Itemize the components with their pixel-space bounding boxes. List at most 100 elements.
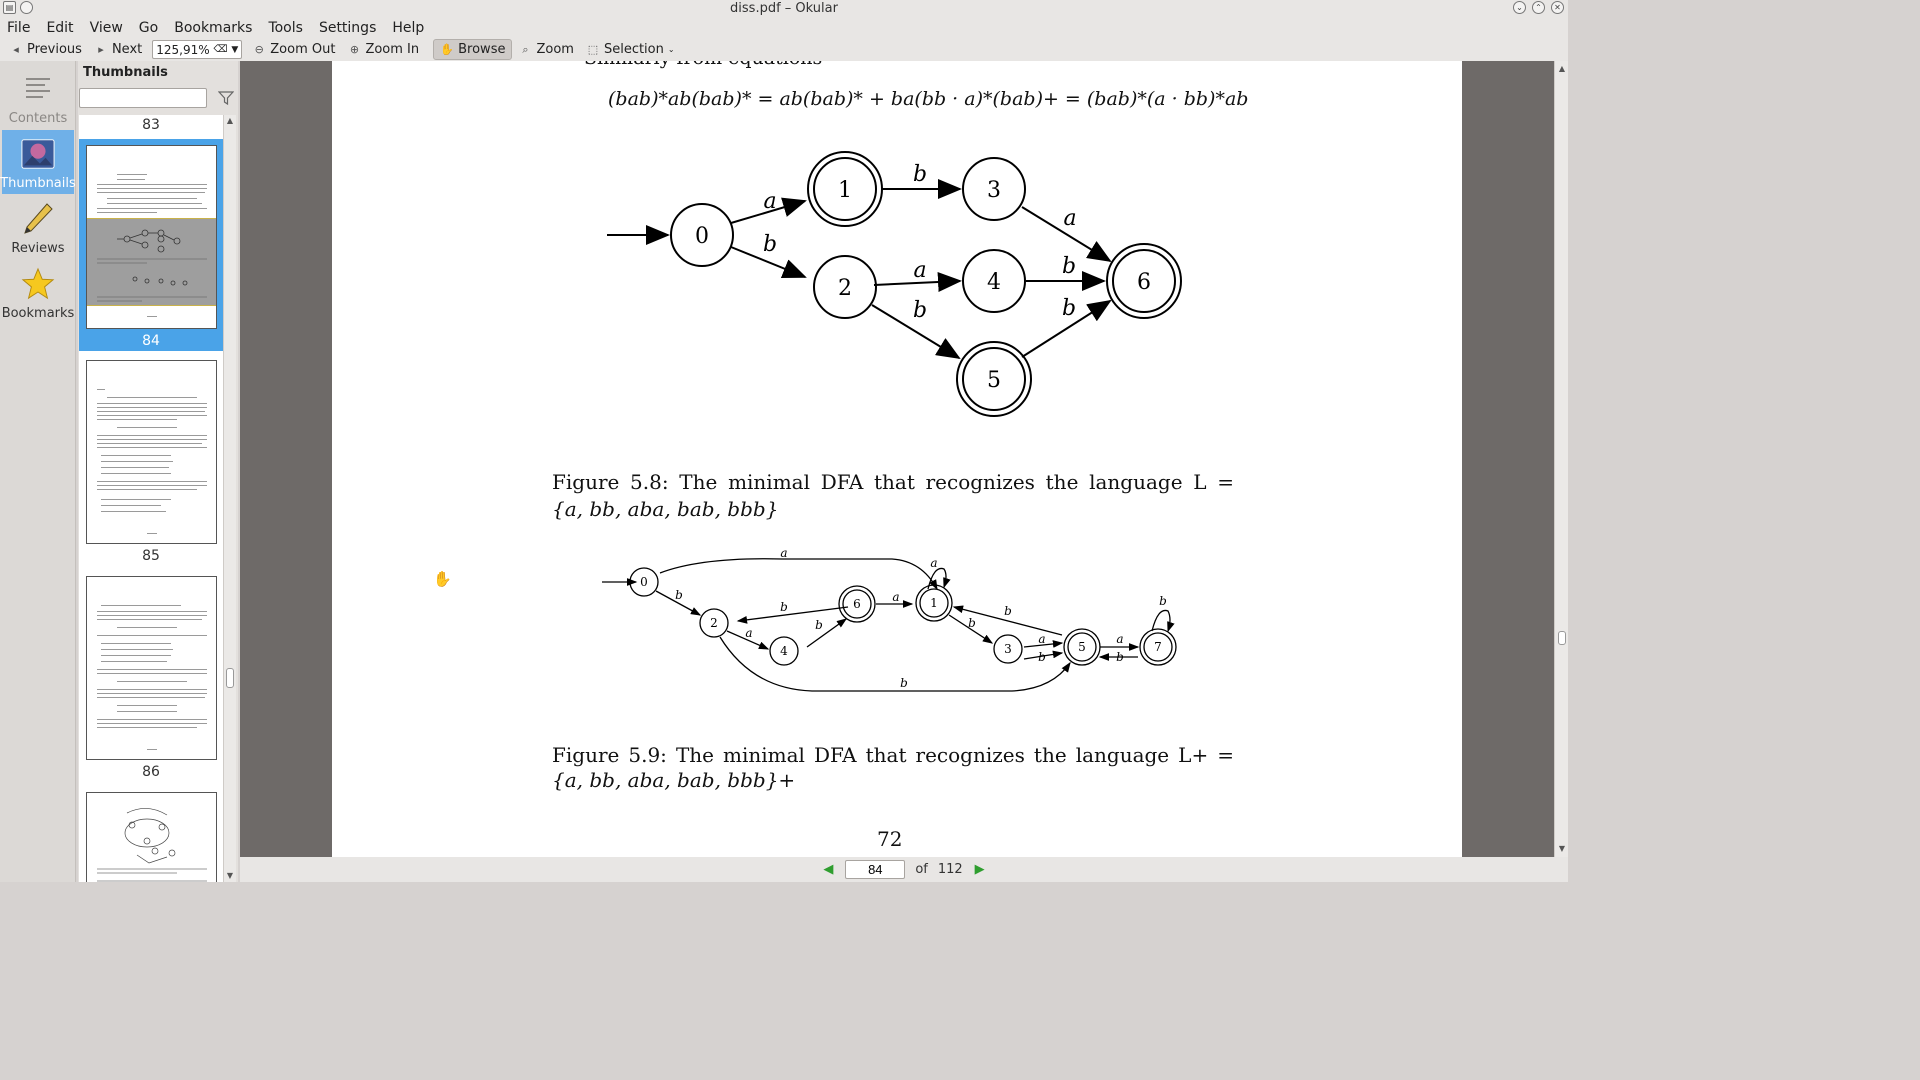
thumbnails-panel: Thumbnails 83 84 85 86 ▲ ▼ xyxy=(78,61,238,882)
equation: (bab)*ab(bab)* = ab(bab)* + ba(bb · a)*(… xyxy=(608,88,1249,110)
scroll-down-icon[interactable]: ▼ xyxy=(1556,843,1568,855)
zoom-in-label: Zoom In xyxy=(365,42,420,57)
thumbnail-search-input[interactable] xyxy=(79,88,207,108)
sidebar: Contents Thumbnails Reviews Bookmarks xyxy=(0,61,76,882)
menu-view[interactable]: View xyxy=(90,20,123,36)
sidebar-item-thumbnails[interactable]: Thumbnails xyxy=(0,130,76,194)
figure-5-8-caption-line2: {a, bb, aba, bab, bbb} xyxy=(552,497,779,521)
caption-text: Figure 5.9: The minimal DFA that recogni… xyxy=(552,743,1234,767)
fig1-edge-label: b xyxy=(913,298,927,323)
selection-button[interactable]: ⬚ Selection ⌄ xyxy=(580,39,681,60)
fig1-edge-label: b xyxy=(1062,296,1076,321)
fig2-node-3: 3 xyxy=(1004,642,1012,656)
fig1-edge-label: a xyxy=(1063,206,1076,231)
page-number-83: 83 xyxy=(142,117,160,133)
previous-button[interactable]: ◂ Previous xyxy=(3,39,88,60)
zoom-in-icon: ⊕ xyxy=(349,43,360,56)
zoom-combo[interactable]: 125,91% ⌫ ▼ xyxy=(152,40,243,59)
fig2-node-1: 1 xyxy=(930,596,938,610)
previous-page-icon: ◂ xyxy=(13,43,19,56)
fig1-edge-label: a xyxy=(913,258,926,283)
zoom-out-icon: ⊖ xyxy=(254,43,264,56)
thumbnails-icon xyxy=(21,136,55,172)
menu-help[interactable]: Help xyxy=(392,20,424,36)
next-page-icon: ▸ xyxy=(98,43,104,56)
chevron-down-icon[interactable]: ⌄ xyxy=(668,45,675,54)
minimize-icon[interactable]: ⌄ xyxy=(1513,1,1526,14)
page-navigation-bar: ◀ of 112 ▶ xyxy=(240,857,1568,882)
star-icon xyxy=(21,266,55,302)
fig2-edge-label: b xyxy=(968,616,976,630)
sidebar-item-contents[interactable]: Contents xyxy=(2,65,74,129)
fig2-node-5: 5 xyxy=(1078,640,1086,654)
fig1-edge-label: b xyxy=(763,232,777,257)
next-label: Next xyxy=(111,42,143,57)
chevron-down-icon[interactable]: ▼ xyxy=(231,45,238,55)
close-icon[interactable]: ✕ xyxy=(1551,1,1564,14)
figure-5-9-caption-line1: Figure 5.9: The minimal DFA that recogni… xyxy=(552,743,1234,767)
zoom-in-button[interactable]: ⊕ Zoom In xyxy=(341,39,425,60)
of-label: of xyxy=(915,862,928,877)
sidebar-label-bookmarks: Bookmarks xyxy=(1,306,75,321)
thumbnail-page-85[interactable] xyxy=(86,360,217,544)
fig2-node-0: 0 xyxy=(640,575,648,589)
zoom-tool-button[interactable]: ⌕ Zoom xyxy=(512,39,579,60)
fig1-node-0: 0 xyxy=(695,224,709,249)
document-scrollbar[interactable]: ▲ ▼ xyxy=(1554,61,1568,857)
menu-settings[interactable]: Settings xyxy=(319,20,376,36)
menu-bookmarks[interactable]: Bookmarks xyxy=(174,20,252,36)
zoom-out-button[interactable]: ⊖ Zoom Out xyxy=(246,39,341,60)
zoom-out-label: Zoom Out xyxy=(270,42,336,57)
clear-icon[interactable]: ⌫ xyxy=(213,44,227,55)
fig1-node-5: 5 xyxy=(987,368,1001,393)
zoom-tool-label: Zoom xyxy=(536,42,574,57)
hand-icon: ✋ xyxy=(440,43,454,56)
browse-button[interactable]: ✋ Browse xyxy=(433,39,513,60)
menu-edit[interactable]: Edit xyxy=(46,20,73,36)
scrollbar-handle[interactable] xyxy=(1558,631,1566,645)
hand-cursor-icon: ✋ xyxy=(433,570,452,588)
fig2-edge-label: b xyxy=(1004,604,1012,618)
thumbnail-page-86[interactable] xyxy=(86,576,217,760)
thumbnail-scrollbar[interactable]: ▲ ▼ xyxy=(223,115,236,882)
previous-page-arrow-icon[interactable]: ◀ xyxy=(821,862,835,877)
menu-file[interactable]: File xyxy=(7,20,30,36)
figure-5-8-diagram: 0 1 2 3 4 5 6 a b b a a b b b xyxy=(607,151,1182,417)
zoom-tool-icon: ⌕ xyxy=(522,42,529,56)
fig1-node-6: 6 xyxy=(1137,270,1151,295)
fig1-edge-label: a xyxy=(763,189,776,214)
selection-label: Selection xyxy=(603,42,664,57)
browse-label: Browse xyxy=(458,42,506,57)
document-view[interactable]: Similarly from equations (bab)*ab(bab)* … xyxy=(240,61,1554,857)
fig2-edge-label: b xyxy=(1038,650,1046,664)
fig1-node-4: 4 xyxy=(987,270,1001,295)
scroll-up-icon[interactable]: ▲ xyxy=(1556,63,1568,75)
page-number-label: 72 xyxy=(877,827,903,851)
fig1-node-3: 3 xyxy=(987,178,1001,203)
thumbnail-page-84[interactable] xyxy=(86,145,217,329)
sidebar-item-reviews[interactable]: Reviews xyxy=(2,195,74,259)
menu-tools[interactable]: Tools xyxy=(268,20,303,36)
sidebar-label-contents: Contents xyxy=(8,111,68,126)
scroll-up-icon[interactable]: ▲ xyxy=(224,115,236,127)
next-button[interactable]: ▸ Next xyxy=(88,39,148,60)
filter-icon[interactable] xyxy=(217,90,235,106)
menu-go[interactable]: Go xyxy=(139,20,158,36)
contents-icon xyxy=(21,71,55,107)
page-number-input[interactable] xyxy=(845,860,906,879)
thumbnail-list[interactable]: 83 84 85 86 xyxy=(79,115,223,882)
sidebar-item-bookmarks[interactable]: Bookmarks xyxy=(2,260,74,324)
fig2-node-6: 6 xyxy=(853,597,861,611)
fig1-node-2: 2 xyxy=(838,276,852,301)
sidebar-label-thumbnails: Thumbnails xyxy=(0,176,76,191)
scrollbar-handle[interactable] xyxy=(226,668,234,688)
page-number-86: 86 xyxy=(142,764,160,780)
next-page-arrow-icon[interactable]: ▶ xyxy=(973,862,987,877)
thumbnail-page-87[interactable] xyxy=(86,792,217,882)
fig2-edge-label: a xyxy=(892,590,899,604)
thumbnails-header: Thumbnails xyxy=(83,65,168,80)
scroll-down-icon[interactable]: ▼ xyxy=(224,870,236,882)
fig2-edge-label: b xyxy=(1159,594,1167,608)
window-title: diss.pdf – Okular xyxy=(730,1,838,16)
maximize-icon[interactable]: ⌃ xyxy=(1532,1,1545,14)
